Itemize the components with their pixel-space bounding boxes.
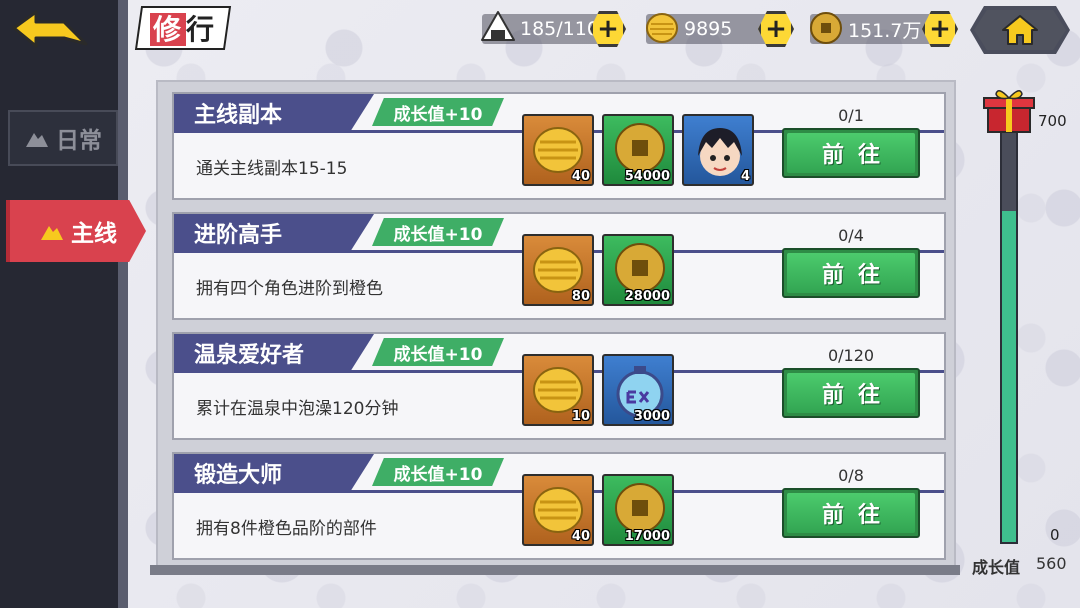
copper-coin-icon (810, 12, 842, 44)
reward-count: 80 (571, 289, 590, 304)
task-title: 主线副本 (174, 94, 374, 132)
task-title: 进阶高手 (174, 214, 374, 252)
go-button-label: 前往 (787, 133, 915, 173)
task-card: 锻造大师 成长值+10 拥有8件橙色品阶的部件 40 17000 0/8 前往 (172, 452, 946, 560)
task-card: 温泉爱好者 成长值+10 累计在温泉中泡澡120分钟 10 3000 0/120… (172, 332, 946, 440)
mountain-icon (41, 226, 63, 240)
reward-count: 40 (571, 529, 590, 544)
growth-reward-badge: 成长值+10 (372, 98, 504, 126)
back-arrow-icon (12, 10, 88, 48)
go-button-label: 前往 (787, 373, 915, 413)
page-title-char: 修 (149, 13, 186, 46)
gauge-max-label: 700 (1038, 112, 1067, 130)
task-card: 进阶高手 成长值+10 拥有四个角色进阶到橙色 80 28000 0/4 前往 (172, 212, 946, 320)
rice-ball-icon (481, 11, 515, 41)
resource-value: 9895 (684, 18, 733, 40)
go-button-label: 前往 (787, 253, 915, 293)
go-button[interactable]: 前往 (782, 248, 920, 298)
sidebar-tab-label: 主线 (71, 221, 117, 247)
task-progress: 0/120 (827, 346, 875, 365)
gift-box-icon (983, 90, 1035, 133)
growth-value: 560 (1036, 554, 1067, 573)
reward-copper-coin[interactable]: 54000 (602, 114, 674, 186)
home-button-face (974, 10, 1066, 50)
resource-stamina: 185/110 + (481, 11, 626, 47)
task-card: 主线副本 成长值+10 通关主线副本15-15 40 54000 4 0/1 前… (172, 92, 946, 200)
gold-ingot-icon (646, 13, 678, 43)
go-button[interactable]: 前往 (782, 128, 920, 178)
sidebar-tab-daily[interactable]: 日常 (8, 110, 118, 166)
reward-count: 17000 (624, 529, 670, 544)
page-title-char: 行 (186, 13, 217, 46)
reward-gold-ingot[interactable]: 40 (522, 474, 594, 546)
resource-value: 185/110 (520, 18, 599, 40)
growth-reward-badge: 成长值+10 (372, 218, 504, 246)
resource-value: 151.7万 (848, 19, 922, 42)
reward-count: 40 (571, 169, 590, 184)
reward-count: 3000 (633, 409, 670, 424)
reward-count: 28000 (624, 289, 670, 304)
home-button[interactable] (970, 6, 1070, 54)
reward-copper-coin[interactable]: 28000 (602, 234, 674, 306)
reward-count: 54000 (624, 169, 670, 184)
task-progress: 0/8 (838, 466, 864, 485)
task-description: 拥有8件橙色品阶的部件 (196, 519, 377, 539)
reward-gold-ingot[interactable]: 80 (522, 234, 594, 306)
back-button[interactable] (10, 8, 90, 50)
reward-copper-coin[interactable]: 17000 (602, 474, 674, 546)
resource-gold: 9895 + (646, 11, 794, 47)
page-title: 修行 (134, 6, 232, 50)
task-progress: 0/1 (838, 106, 864, 125)
task-description: 通关主线副本15-15 (196, 159, 348, 179)
task-title: 温泉爱好者 (174, 334, 374, 372)
task-progress: 0/4 (838, 226, 864, 245)
sidebar-tab-main[interactable]: 主线 (6, 200, 146, 262)
growth-reward-badge: 成长值+10 (372, 458, 504, 486)
reward-count: 4 (740, 169, 750, 184)
task-title: 锻造大师 (174, 454, 374, 492)
task-panel-base (150, 565, 960, 575)
home-icon (1002, 15, 1038, 45)
mountain-icon (26, 133, 48, 147)
reward-gold-ingot[interactable]: 10 (522, 354, 594, 426)
task-description: 拥有四个角色进阶到橙色 (196, 279, 383, 299)
sidebar-divider (118, 0, 128, 608)
growth-reward-badge: 成长值+10 (372, 338, 504, 366)
go-button[interactable]: 前往 (782, 368, 920, 418)
reward-gold-ingot[interactable]: 40 (522, 114, 594, 186)
task-description: 累计在温泉中泡澡120分钟 (196, 399, 399, 419)
growth-gauge (1000, 126, 1018, 544)
reward-exp-potion[interactable]: 3000 (602, 354, 674, 426)
resource-coin: 151.7万 + (810, 11, 958, 47)
reward-character-portrait[interactable]: 4 (682, 114, 754, 186)
reward-count: 10 (571, 409, 590, 424)
go-button-label: 前往 (787, 493, 915, 533)
growth-value-label: 成长值 (972, 558, 1021, 577)
growth-gift-chest[interactable] (980, 86, 1038, 136)
sidebar (0, 0, 128, 608)
sidebar-tab-label: 日常 (56, 128, 102, 154)
growth-gauge-fill (1002, 210, 1016, 542)
go-button[interactable]: 前往 (782, 488, 920, 538)
gauge-min-label: 0 (1050, 526, 1060, 544)
